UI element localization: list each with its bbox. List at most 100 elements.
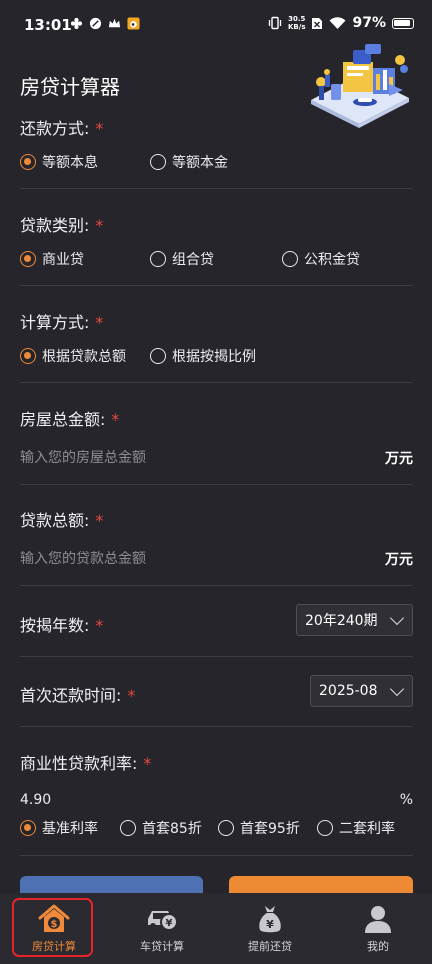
loan-type-label: 贷款类别: * [20,216,104,235]
battery-icon [392,17,414,29]
nav-label: 车贷计算 [140,940,184,953]
radio-label: 基准利率 [42,821,98,837]
sim-off-icon [312,17,323,29]
radio-unchecked-icon [120,820,136,836]
net-speed-value: 30.5 [288,15,306,23]
radio-unchecked-icon [282,251,298,267]
chevron-down-icon [389,681,405,696]
radio-label: 等额本息 [42,155,98,171]
house-total-section: 房屋总金额:* 万元 [20,406,413,468]
bottom-nav: $ 房贷计算 ¥ 车贷计算 ¥ 提前还贷 我的 [0,893,432,964]
loan-type-section: 贷款类别: * 商业贷 组合贷 公积金贷 [20,212,413,269]
money-bag-icon: ¥ [259,906,281,933]
crown-icon [108,18,121,28]
repayment-options: 等额本息 等额本金 [20,152,413,172]
leaf-icon [89,17,102,30]
radio-equal-installment[interactable]: 等额本息 [20,152,150,172]
car-yen-icon: ¥ [148,911,178,931]
radio-second-home-rate[interactable]: 二套利率 [317,818,395,838]
net-speed: 30.5 KB/s [288,15,305,31]
nav-prepayment[interactable]: ¥ 提前还贷 [216,893,324,964]
first-payment-select[interactable]: 2025-08 [310,675,413,707]
divider [20,188,413,189]
radio-first-home-85[interactable]: 首套85折 [120,818,218,838]
commercial-rate-section: 商业性贷款利率: * 4.90 % 基准利率 首套85折 首套95折 二套利率 [20,750,413,838]
divider [20,656,413,657]
radio-label: 等额本金 [172,155,228,171]
radio-label: 根据按揭比例 [172,349,256,365]
vibrate-icon [268,16,282,30]
status-app-icons [70,17,140,30]
radio-label: 首套95折 [240,821,300,837]
nav-car-loan[interactable]: ¥ 车贷计算 [108,893,216,964]
wifi-icon [329,16,346,29]
repayment-section: 还款方式: * 等额本息 等额本金 [20,115,413,172]
svg-text:¥: ¥ [266,918,274,931]
radio-combined-loan[interactable]: 组合贷 [150,249,282,269]
loan-type-options: 商业贷 组合贷 公积金贷 [20,249,413,269]
divider [20,285,413,286]
radio-unchecked-icon [218,820,234,836]
radio-by-mortgage-ratio[interactable]: 根据按揭比例 [150,346,256,366]
commercial-rate-row: 4.90 % [20,792,413,808]
chevron-down-icon [389,610,405,625]
calc-method-label: 计算方式: * [20,313,104,332]
required-mark: * [127,686,136,705]
radio-commercial-loan[interactable]: 商业贷 [20,249,150,269]
required-mark: * [95,216,104,235]
loan-total-label: 贷款总额: * [20,511,104,530]
weibo-icon [127,17,140,30]
required-mark: * [111,410,120,429]
loan-total-input[interactable] [20,551,320,567]
commercial-rate-label: 商业性贷款利率: * [20,754,152,773]
commercial-rate-value[interactable]: 4.90 [20,792,51,808]
divider [20,484,413,485]
divider [20,585,413,586]
radio-provident-fund-loan[interactable]: 公积金贷 [282,249,360,269]
nav-label: 提前还贷 [248,940,292,953]
radio-unchecked-icon [150,154,166,170]
required-mark: * [95,616,104,635]
radio-equal-principal[interactable]: 等额本金 [150,152,228,172]
nav-label: 我的 [367,940,389,953]
active-highlight-frame [12,898,93,957]
divider [20,726,413,727]
loan-total-section: 贷款总额:* 万元 [20,507,413,569]
calc-method-section: 计算方式: * 根据贷款总额 根据按揭比例 [20,309,413,366]
page-title: 房贷计算器 [20,75,120,99]
divider [20,382,413,383]
radio-checked-icon [20,154,36,170]
repayment-label: 还款方式: * [20,119,104,138]
required-mark: * [95,511,104,530]
status-right: 30.5 KB/s 97% [268,15,414,31]
mortgage-years-select[interactable]: 20年240期 [296,604,413,636]
house-total-unit: 万元 [385,451,413,467]
commercial-rate-options: 基准利率 首套85折 首套95折 二套利率 [20,818,413,838]
status-time: 13:01 [24,16,72,34]
house-total-row: 万元 [20,448,413,468]
net-speed-unit: KB/s [288,23,306,31]
radio-checked-icon [20,348,36,364]
house-total-input[interactable] [20,450,320,466]
radio-unchecked-icon [317,820,333,836]
radio-first-home-95[interactable]: 首套95折 [218,818,317,838]
divider [20,855,413,856]
radio-base-rate[interactable]: 基准利率 [20,818,120,838]
loan-total-unit: 万元 [385,552,413,568]
battery-percent: 97% [352,15,386,31]
user-icon [365,906,391,933]
radio-by-loan-total[interactable]: 根据贷款总额 [20,346,150,366]
nav-mortgage[interactable]: $ 房贷计算 [0,893,108,964]
radio-label: 首套85折 [142,821,202,837]
commercial-rate-unit: % [399,792,413,808]
radio-checked-icon [20,820,36,836]
required-mark: * [95,313,104,332]
radio-label: 组合贷 [172,252,214,268]
first-payment-value: 2025-08 [319,683,378,699]
radio-label: 公积金贷 [304,252,360,268]
radio-label: 根据贷款总额 [42,349,126,365]
nav-profile[interactable]: 我的 [324,893,432,964]
svg-text:¥: ¥ [166,918,173,929]
radio-unchecked-icon [150,251,166,267]
radio-checked-icon [20,251,36,267]
